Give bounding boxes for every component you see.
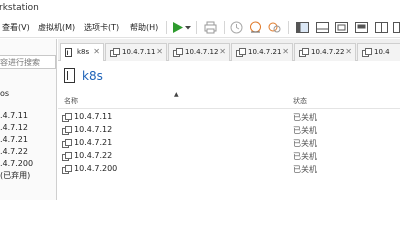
tab-label: k8s	[77, 48, 90, 56]
clock-icon[interactable]	[229, 20, 244, 35]
tab-vm-10-4-7-200[interactable]: 10.4	[357, 43, 400, 61]
menu-help[interactable]: 帮助(H)	[130, 22, 158, 33]
vm-name: 10.4.7.22	[74, 151, 113, 160]
table-row[interactable]: 10.4.7.21 已关机	[58, 137, 400, 150]
tab-label: 10.4.7.11	[122, 48, 156, 56]
vm-name: 10.4.7.12	[74, 125, 113, 134]
full-screen-icon[interactable]	[334, 20, 349, 35]
tab-strip: k8s ✕ 10.4.7.11 ✕ 10.4.7.12 ✕ 10.4.7.21 …	[58, 39, 400, 62]
dropdown-arrow-icon[interactable]	[184, 20, 192, 35]
vm-icon	[236, 48, 246, 57]
tab-label: 10.4	[374, 48, 390, 56]
vm-status: 已关机	[293, 139, 317, 148]
sort-asc-icon[interactable]: ▲	[174, 91, 179, 98]
tab-vm-10-4-7-22[interactable]: 10.4.7.22 ✕	[294, 43, 356, 61]
tree-item-vm[interactable]: .4.7.22	[0, 147, 28, 156]
vm-icon	[62, 126, 72, 135]
vm-icon	[173, 48, 183, 57]
close-icon[interactable]: ✕	[345, 47, 352, 56]
vm-name: 10.4.7.200	[74, 164, 118, 173]
close-icon[interactable]: ✕	[156, 47, 163, 56]
close-icon[interactable]: ✕	[93, 47, 100, 56]
layout-thumbnail-icon[interactable]	[354, 20, 369, 35]
folder-view: k8s ▲ 名称 状态 10.4.7.11 已关机 10.4.7.12 已关机 …	[58, 61, 400, 200]
layout-console-icon[interactable]	[315, 20, 330, 35]
vm-status: 已关机	[293, 126, 317, 135]
layout-sidebar-icon[interactable]	[295, 20, 310, 35]
snapshot-revert-icon[interactable]	[248, 20, 263, 35]
toolbar-separator	[288, 21, 289, 34]
folder-icon	[65, 48, 72, 57]
vm-icon	[62, 113, 72, 122]
table-row[interactable]: 10.4.7.200 已关机	[58, 163, 400, 176]
vm-icon	[299, 48, 309, 57]
menu-tabs[interactable]: 选项卡(T)	[84, 22, 119, 33]
vm-name: 10.4.7.11	[74, 112, 113, 121]
folder-icon	[64, 68, 75, 83]
tree-item-vm[interactable]: .4.7.12	[0, 123, 28, 132]
tree-item-my-computer[interactable]: os	[0, 89, 9, 98]
tab-k8s[interactable]: k8s ✕	[60, 43, 104, 62]
tab-vm-10-4-7-11[interactable]: 10.4.7.11 ✕	[105, 43, 167, 61]
table-row[interactable]: 10.4.7.11 已关机	[58, 111, 400, 124]
vm-icon	[62, 139, 72, 148]
layout-grid-icon[interactable]	[392, 20, 400, 35]
vm-status: 已关机	[293, 113, 317, 122]
table-row[interactable]: 10.4.7.22 已关机	[58, 150, 400, 163]
menu-vm[interactable]: 虚拟机(M)	[38, 22, 75, 33]
menu-view[interactable]: 查看(V)	[2, 22, 30, 33]
folder-title: k8s	[82, 69, 103, 83]
print-icon[interactable]	[203, 20, 218, 35]
play-icon[interactable]	[170, 20, 185, 35]
vm-name: 10.4.7.21	[74, 138, 113, 147]
layout-tabs-icon[interactable]	[374, 20, 389, 35]
table-row[interactable]: 10.4.7.12 已关机	[58, 124, 400, 137]
header-divider	[58, 108, 400, 109]
tree-item-deprecated[interactable]: (已弃用)	[0, 170, 30, 181]
tab-label: 10.4.7.12	[185, 48, 219, 56]
vm-status: 已关机	[293, 165, 317, 174]
vm-icon	[62, 165, 72, 174]
vm-icon	[110, 48, 120, 57]
close-icon[interactable]: ✕	[282, 47, 289, 56]
toolbar-separator	[196, 21, 197, 34]
tree-item-vm[interactable]: .4.7.200	[0, 159, 33, 168]
library-search-input[interactable]: 容进行搜索	[0, 55, 56, 69]
tab-vm-10-4-7-21[interactable]: 10.4.7.21 ✕	[231, 43, 293, 61]
snapshot-manager-icon[interactable]	[267, 20, 282, 35]
tree-item-vm[interactable]: .4.7.21	[0, 135, 28, 144]
vm-icon	[362, 48, 372, 57]
toolbar-separator	[224, 21, 225, 34]
window-title: rkstation	[0, 3, 39, 13]
menu-toolbar: 查看(V) 虚拟机(M) 选项卡(T) 帮助(H)	[0, 17, 400, 38]
tab-label: 10.4.7.22	[311, 48, 345, 56]
vm-status: 已关机	[293, 152, 317, 161]
close-icon[interactable]: ✕	[219, 47, 226, 56]
toolbar-separator	[166, 21, 167, 34]
tree-item-vm[interactable]: .4.7.11	[0, 111, 28, 120]
library-sidebar: 容进行搜索 os .4.7.11 .4.7.12 .4.7.21 .4.7.22…	[0, 39, 57, 200]
vm-icon	[62, 152, 72, 161]
tab-label: 10.4.7.21	[248, 48, 282, 56]
title-bar: rkstation	[0, 0, 400, 17]
tab-vm-10-4-7-12[interactable]: 10.4.7.12 ✕	[168, 43, 230, 61]
